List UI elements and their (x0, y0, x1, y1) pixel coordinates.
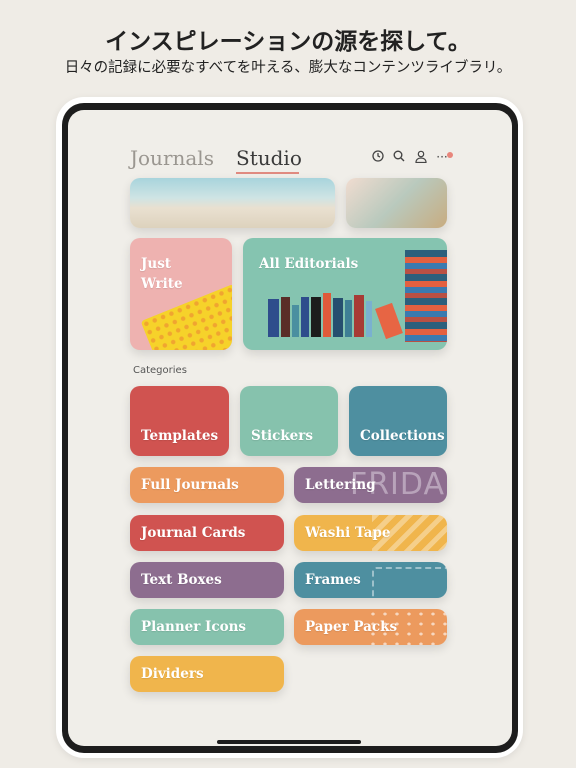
category-label: Planner Icons (141, 619, 247, 635)
category-templates[interactable]: Templates (130, 386, 229, 456)
category-journal-cards[interactable]: Journal Cards (130, 515, 284, 551)
category-full-journals[interactable]: Full Journals (130, 467, 284, 503)
category-label: Washi Tape (305, 525, 391, 541)
category-dividers[interactable]: Dividers (130, 656, 284, 692)
app-screen: Journals Studio ··· Just Write All Editor… (68, 110, 512, 746)
clock-icon[interactable] (371, 150, 385, 164)
category-label: Lettering (305, 477, 376, 493)
category-collections[interactable]: Collections (349, 386, 447, 456)
search-icon[interactable] (392, 150, 406, 164)
category-frames[interactable]: Frames (294, 562, 447, 598)
category-paper-packs[interactable]: Paper Packs (294, 609, 447, 645)
book-stack-illustration (405, 250, 447, 342)
profile-icon[interactable] (414, 150, 428, 164)
category-label: Paper Packs (305, 619, 398, 635)
tab-journals[interactable]: Journals (130, 146, 214, 170)
just-write-line2: Write (141, 276, 183, 292)
active-tab-underline (236, 172, 299, 174)
category-label: Frames (305, 572, 361, 588)
notification-dot (447, 152, 453, 158)
promo-subtitle: 日々の記録に必要なすべてを叶える、膨大なコンテンツライブラリ。 (64, 60, 512, 76)
category-label: Stickers (251, 428, 313, 444)
tab-studio[interactable]: Studio (236, 146, 302, 170)
featured-banner-paper[interactable] (346, 178, 447, 228)
category-stickers[interactable]: Stickers (240, 386, 338, 456)
books-illustration (268, 293, 403, 340)
just-write-line1: Just (141, 256, 172, 272)
category-label: Text Boxes (141, 572, 222, 588)
category-lettering[interactable]: FRIDA Lettering (294, 467, 447, 503)
category-planner-icons[interactable]: Planner Icons (130, 609, 284, 645)
all-editorials-label: All Editorials (259, 256, 359, 272)
just-write-card[interactable]: Just Write (130, 238, 232, 350)
category-label: Full Journals (141, 477, 239, 493)
categories-heading: Categories (133, 365, 187, 376)
category-text-boxes[interactable]: Text Boxes (130, 562, 284, 598)
category-label: Journal Cards (141, 525, 246, 541)
category-label: Collections (360, 428, 445, 444)
home-indicator[interactable] (217, 740, 361, 744)
all-editorials-card[interactable]: All Editorials (243, 238, 447, 350)
category-label: Dividers (141, 666, 204, 682)
promo-title: インスピレーションの源を探して。 (105, 29, 471, 55)
category-label: Templates (141, 428, 219, 444)
frame-decoration (372, 567, 447, 598)
category-washi-tape[interactable]: Washi Tape (294, 515, 447, 551)
featured-banner-journaling[interactable] (130, 178, 335, 228)
